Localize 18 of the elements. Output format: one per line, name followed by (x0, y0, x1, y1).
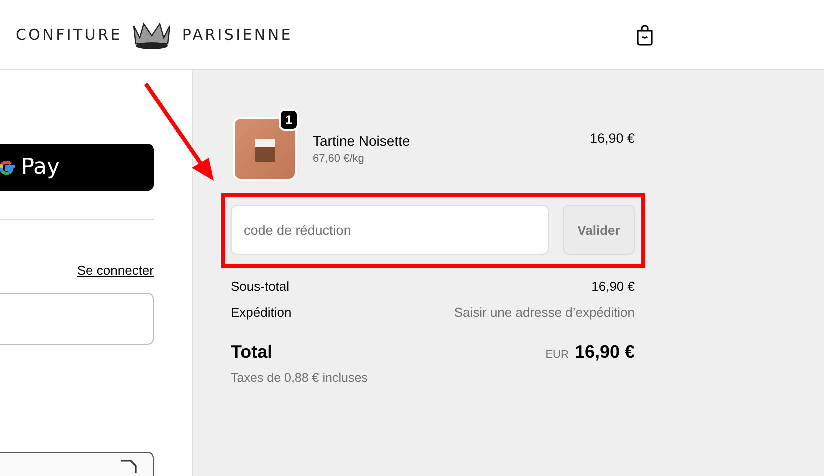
total-label: Total (231, 342, 273, 363)
brand-name: CONFITURE (16, 26, 122, 44)
shopping-bag-icon[interactable] (634, 24, 655, 46)
unit-price: 67,60 €/kg (313, 153, 366, 165)
summary-label: Expédition (231, 305, 292, 320)
summary-label: Sous-total (231, 279, 290, 294)
tax-note: Taxes de 0,88 € incluses (231, 371, 369, 385)
google-pay-button[interactable]: Pay (0, 144, 154, 191)
brand-name: PARISIENNE (182, 26, 293, 44)
currency-code: EUR (546, 349, 569, 361)
total-amount: 16,90 € (574, 342, 635, 362)
shipping-hint: Saisir une adresse d’expédition (454, 305, 635, 320)
summary-amount: 16,90 € (592, 279, 635, 294)
quantity-badge: 1 (279, 109, 299, 131)
login-link[interactable]: Se connecter (77, 263, 154, 278)
product-price: 16,90 € (590, 131, 635, 146)
product-photo-placeholder (233, 117, 297, 181)
product-name: Tartine Noisette (313, 133, 412, 149)
